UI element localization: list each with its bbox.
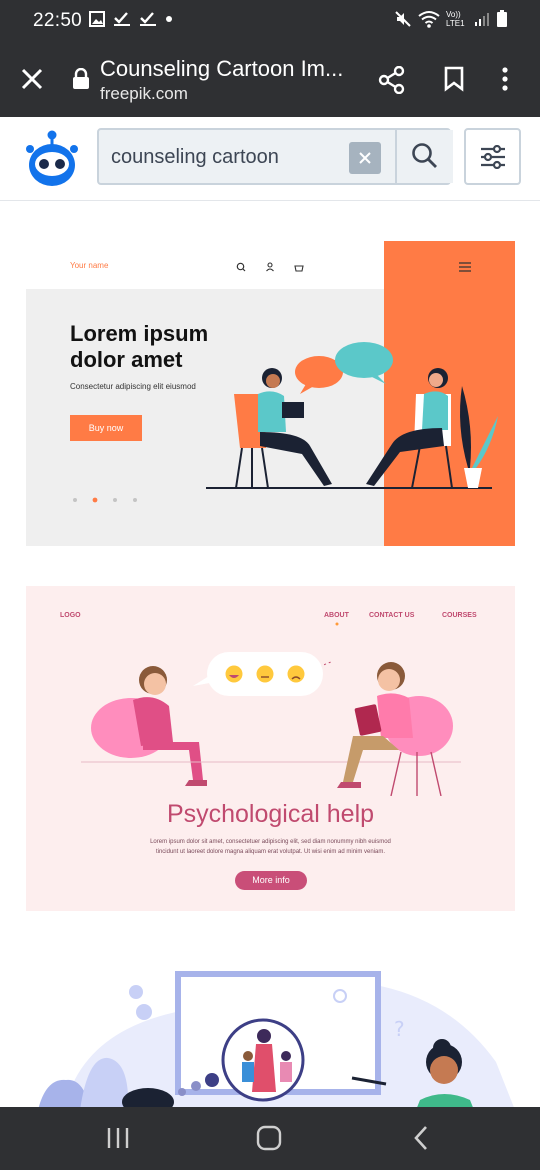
battery-icon bbox=[497, 10, 507, 27]
active-nav-dot bbox=[335, 622, 339, 626]
close-icon[interactable] bbox=[18, 65, 46, 93]
user-icon bbox=[266, 262, 274, 272]
mute-icon bbox=[395, 11, 411, 27]
freepik-logo[interactable] bbox=[24, 127, 80, 191]
body-line: Lorem ipsum dolor sit amet, consectetuer… bbox=[150, 839, 391, 845]
section-body: Lorem ipsum dolor sit amet, consectetuer… bbox=[26, 837, 515, 857]
search-input[interactable]: counseling cartoon bbox=[111, 146, 279, 169]
result-image-online-therapy[interactable]: ? bbox=[26, 952, 515, 1110]
buy-now-button: Buy now bbox=[70, 415, 142, 441]
nav-about: ABOUT bbox=[324, 612, 349, 619]
body-line: tincidunt ut laoreet dolore magna aliqua… bbox=[155, 849, 386, 855]
nav-courses: COURSES bbox=[442, 612, 477, 619]
back-icon[interactable] bbox=[412, 1125, 430, 1151]
search-icon bbox=[236, 262, 246, 272]
status-time: 22:50 bbox=[33, 10, 83, 31]
therapy-illustration bbox=[81, 652, 461, 796]
hero-subtitle: Consectetur adipiscing elit eiusmod bbox=[70, 382, 196, 391]
search-button[interactable] bbox=[395, 130, 453, 183]
headline-line: Lorem ipsum bbox=[70, 321, 209, 346]
hero-headline: Lorem ipsum dolor amet bbox=[70, 321, 208, 373]
system-icons: Vo)) LTE1 bbox=[394, 10, 508, 28]
section-title: Psychological help bbox=[166, 800, 375, 828]
filter-sliders-icon bbox=[481, 145, 505, 169]
nav-contact-us: CONTACT US bbox=[369, 612, 415, 619]
logo-label: LOGO bbox=[60, 612, 81, 619]
counseling-illustration bbox=[206, 342, 498, 489]
site-header: counseling cartoon bbox=[0, 117, 540, 201]
bookmark-icon[interactable] bbox=[443, 66, 465, 92]
home-icon[interactable] bbox=[256, 1125, 282, 1151]
headline-line: dolor amet bbox=[70, 347, 183, 372]
image-icon bbox=[89, 11, 105, 27]
hamburger-menu-icon bbox=[459, 262, 471, 272]
carousel-dots bbox=[73, 497, 137, 503]
wifi-icon bbox=[418, 11, 440, 28]
check-icon bbox=[114, 12, 130, 26]
clear-search-button[interactable] bbox=[349, 142, 381, 174]
close-icon bbox=[359, 152, 371, 164]
basket-icon bbox=[294, 265, 304, 272]
result-image-landing-page-orange[interactable]: Your name Lorem ipsum dolor amet Consect… bbox=[26, 241, 515, 546]
signal-label: Vo)) LTE1 bbox=[446, 10, 465, 28]
filter-button[interactable] bbox=[464, 128, 521, 185]
page-title: Counseling Cartoon Im... bbox=[100, 56, 344, 81]
more-info-button: More info bbox=[235, 871, 307, 890]
check-icon bbox=[140, 12, 156, 26]
search-icon bbox=[412, 143, 437, 168]
browser-toolbar: Counseling Cartoon Im... freepik.com bbox=[0, 42, 540, 117]
page-url: freepik.com bbox=[100, 84, 188, 103]
your-name-label: Your name bbox=[70, 261, 109, 270]
online-therapy-illustration: ? bbox=[38, 971, 515, 1110]
android-navigation-bar bbox=[0, 1107, 540, 1170]
status-bar: 22:50 Vo)) LTE1 bbox=[0, 0, 540, 42]
lock-icon bbox=[73, 68, 89, 89]
svg-text:?: ? bbox=[394, 1017, 405, 1041]
notification-icons bbox=[89, 11, 173, 27]
share-icon[interactable] bbox=[378, 66, 406, 94]
recent-apps-icon[interactable] bbox=[106, 1126, 130, 1150]
signal-icon bbox=[475, 13, 489, 26]
result-image-psychological-help[interactable]: LOGO ABOUT CONTACT US COURSES Psychologi… bbox=[26, 586, 515, 911]
dot-icon bbox=[166, 16, 172, 22]
search-box[interactable]: counseling cartoon bbox=[97, 128, 453, 185]
more-menu-icon[interactable] bbox=[500, 66, 510, 92]
